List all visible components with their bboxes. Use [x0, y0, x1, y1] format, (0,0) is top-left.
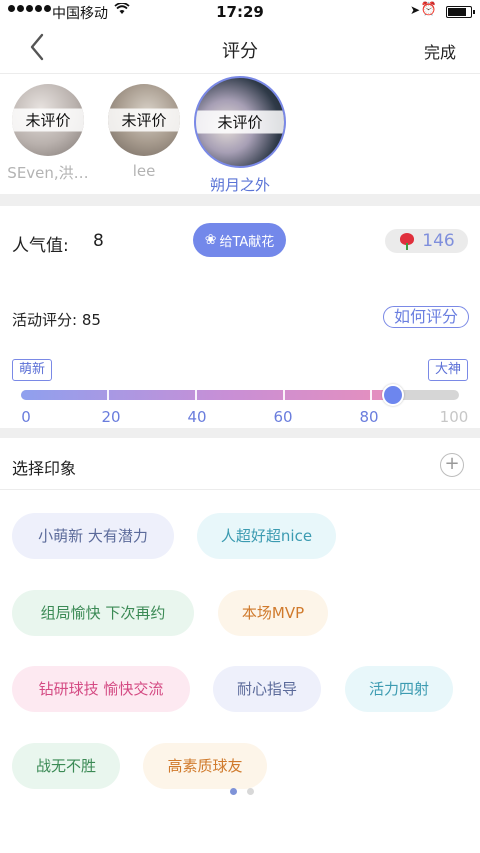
- status-bar: 中国移动 17:29 ➤ ⏰: [0, 0, 480, 24]
- alarm-icon: ⏰: [420, 2, 437, 17]
- flower-count-badge: 146: [385, 229, 468, 253]
- scale-label: 60: [273, 408, 293, 426]
- impression-chip[interactable]: 组局愉快 下次再约: [12, 590, 194, 636]
- status-time: 17:29: [216, 3, 264, 21]
- impression-chip[interactable]: 耐心指导: [213, 666, 321, 712]
- impression-chip[interactable]: 战无不胜: [12, 743, 120, 789]
- score-slider-handle[interactable]: [382, 384, 405, 406]
- battery-icon: [446, 6, 475, 18]
- popularity-value: 8: [93, 231, 104, 251]
- participant-avatar-item[interactable]: 未评价 SEven,洪…: [0, 84, 96, 183]
- participant-avatar-row: 未评价 SEven,洪… 未评价 lee 未评价 朔月之外: [0, 74, 480, 194]
- activity-score-label: 活动评分: 85: [12, 311, 101, 329]
- impression-chip[interactable]: 本场MVP: [218, 590, 328, 636]
- avatar: 未评价: [194, 76, 286, 168]
- scale-label: 20: [101, 408, 121, 426]
- page-dot: [247, 788, 254, 795]
- beginner-tag: 萌新: [12, 359, 52, 381]
- scale-label: 40: [187, 408, 207, 426]
- participant-name: 朔月之外: [209, 176, 270, 194]
- not-rated-label: 未评价: [108, 108, 180, 132]
- divider: [0, 489, 480, 490]
- give-flower-button[interactable]: ❀ 给TA献花: [193, 223, 286, 257]
- scale-label: 80: [359, 408, 379, 426]
- impressions-title: 选择印象: [12, 459, 77, 478]
- impression-chip[interactable]: 钻研球技 愉快交流: [12, 666, 190, 712]
- slider-tick: [107, 390, 109, 400]
- add-impression-button[interactable]: +: [440, 453, 464, 477]
- score-slider[interactable]: [21, 384, 459, 406]
- scale-label: 0: [21, 408, 31, 426]
- score-slider-fill: [21, 390, 394, 400]
- nav-bar: 评分 完成: [0, 24, 480, 74]
- page-indicator: [230, 788, 254, 795]
- participant-avatar-item-selected[interactable]: 未评价 朔月之外: [192, 76, 288, 195]
- done-button[interactable]: 完成: [424, 39, 456, 63]
- rose-icon: [398, 232, 416, 250]
- avatar: 未评价: [108, 84, 180, 156]
- impression-chip[interactable]: 小萌新 大有潜力: [12, 513, 174, 559]
- give-flower-label: 给TA献花: [219, 234, 275, 250]
- impression-chip[interactable]: 活力四射: [345, 666, 453, 712]
- impression-chip[interactable]: 人超好超nice: [197, 513, 336, 559]
- participant-avatar-item[interactable]: 未评价 lee: [96, 84, 192, 180]
- page-title: 评分: [222, 41, 258, 62]
- plus-icon: +: [444, 453, 460, 474]
- participant-name: SEven,洪…: [7, 164, 89, 182]
- not-rated-label: 未评价: [196, 110, 284, 134]
- impression-chip[interactable]: 高素质球友: [143, 743, 267, 789]
- slider-tick: [195, 390, 197, 400]
- popularity-label: 人气值:: [12, 236, 69, 256]
- section-divider: [0, 428, 480, 438]
- avatar: 未评价: [12, 84, 84, 156]
- slider-tick: [283, 390, 285, 400]
- flower-count: 146: [422, 231, 455, 251]
- section-divider: [0, 194, 480, 206]
- scale-label: 100: [439, 408, 469, 426]
- not-rated-label: 未评价: [12, 108, 84, 132]
- location-arrow-icon: ➤: [409, 3, 420, 17]
- flower-icon: ❀: [204, 232, 217, 248]
- page-dot: [230, 788, 237, 795]
- slider-tick: [370, 390, 372, 400]
- participant-name: lee: [132, 162, 156, 180]
- how-to-score-button[interactable]: 如何评分: [383, 306, 469, 328]
- expert-tag: 大神: [428, 359, 468, 381]
